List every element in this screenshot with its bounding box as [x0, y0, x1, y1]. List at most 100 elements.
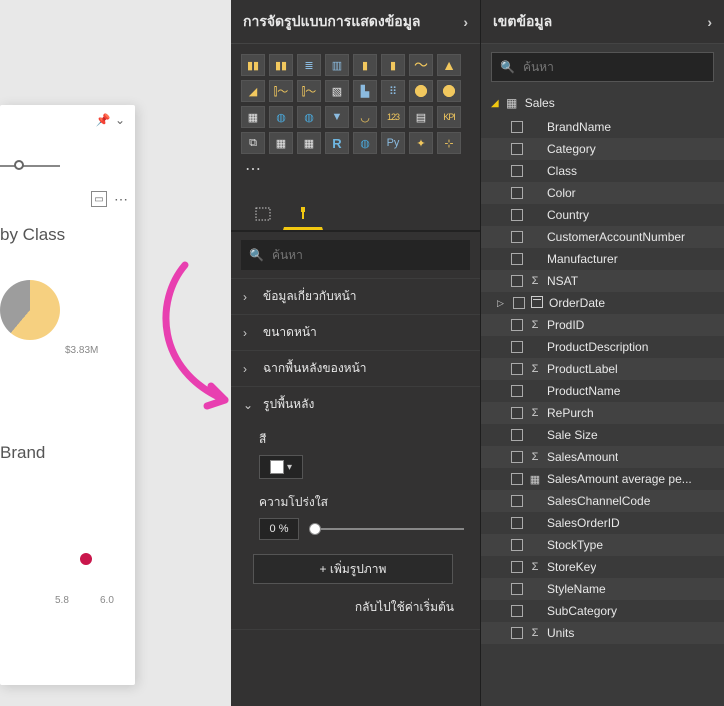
viz-table[interactable]: ▦ [269, 132, 293, 154]
field-checkbox[interactable] [511, 517, 523, 529]
field-row[interactable]: CustomerAccountNumber [481, 226, 724, 248]
field-row[interactable]: Color [481, 182, 724, 204]
chevron-right-icon[interactable]: › [707, 14, 712, 30]
field-row[interactable]: ΣRePurch [481, 402, 724, 424]
field-row[interactable]: ProductDescription [481, 336, 724, 358]
field-row[interactable]: Category [481, 138, 724, 160]
field-checkbox[interactable] [511, 539, 523, 551]
viz-map[interactable]: ◍ [269, 106, 293, 128]
field-row[interactable]: ΣProdID [481, 314, 724, 336]
field-checkbox[interactable] [511, 583, 523, 595]
field-row[interactable]: StockType [481, 534, 724, 556]
field-row[interactable]: Sale Size [481, 424, 724, 446]
viz-arcgis[interactable]: ◍ [353, 132, 377, 154]
viz-donut[interactable] [437, 80, 461, 102]
viz-r[interactable]: R [325, 132, 349, 154]
viz-clustered-bar[interactable]: ≣ [297, 54, 321, 76]
focus-mode-icon[interactable]: ▭ [91, 191, 107, 207]
visualizations-header[interactable]: การจัดรูปแบบการแสดงข้อมูล › [231, 0, 480, 44]
viz-treemap[interactable]: ▦ [241, 106, 265, 128]
viz-multi-card[interactable]: ▤ [409, 106, 433, 128]
format-tab[interactable] [283, 198, 323, 230]
viz-clustered-column[interactable]: ▥ [325, 54, 349, 76]
field-row[interactable]: SalesOrderID [481, 512, 724, 534]
viz-matrix[interactable]: ▦ [297, 132, 321, 154]
field-checkbox[interactable] [511, 121, 523, 133]
viz-funnel[interactable]: ▼ [325, 106, 349, 128]
section-page-size[interactable]: › ขนาดหน้า [231, 314, 480, 350]
viz-waterfall[interactable]: ▙ [353, 80, 377, 102]
viz-gauge[interactable]: ◡ [353, 106, 377, 128]
transparency-input[interactable]: 0 % [259, 518, 299, 540]
field-checkbox[interactable] [511, 627, 523, 639]
fields-header[interactable]: เขตข้อมูล › [481, 0, 724, 44]
field-row[interactable]: SubCategory [481, 600, 724, 622]
pin-icon[interactable]: 📌 [94, 111, 112, 129]
viz-filled-map[interactable]: ◍ [297, 106, 321, 128]
viz-stacked-column[interactable]: ▮▮ [269, 54, 293, 76]
field-checkbox[interactable] [511, 165, 523, 177]
format-search[interactable]: 🔍 [241, 240, 470, 270]
field-checkbox[interactable] [511, 275, 523, 287]
chevron-down-icon[interactable]: ⌄ [115, 113, 129, 127]
field-checkbox[interactable] [511, 451, 523, 463]
scatter-point[interactable] [80, 553, 92, 565]
field-checkbox[interactable] [511, 561, 523, 573]
field-checkbox[interactable] [511, 253, 523, 265]
report-canvas[interactable]: 📌 ⌄ ▭ ⋯ by Class $3.83M Brand 5.8 6.0 [0, 0, 231, 706]
revert-to-default-link[interactable]: กลับไปใช้ค่าเริ่มต้น [259, 598, 464, 617]
field-row[interactable]: ProductName [481, 380, 724, 402]
viz-key-influencers[interactable]: ✦ [409, 132, 433, 154]
viz-get-more[interactable]: ⋯ [241, 158, 265, 180]
field-row[interactable]: ▦SalesAmount average pe... [481, 468, 724, 490]
viz-100-column[interactable]: ▮ [381, 54, 405, 76]
field-row[interactable]: BrandName [481, 116, 724, 138]
field-row[interactable]: Country [481, 204, 724, 226]
transparency-slider[interactable] [309, 521, 464, 537]
field-row[interactable]: ▷OrderDate [481, 292, 724, 314]
table-node-sales[interactable]: ◢ ▦ Sales [481, 90, 724, 116]
fields-tab[interactable] [243, 198, 283, 230]
field-checkbox[interactable] [511, 209, 523, 221]
field-checkbox[interactable] [511, 363, 523, 375]
expand-triangle-icon[interactable]: ▷ [497, 298, 507, 309]
section-page-background[interactable]: › ฉากพื้นหลังของหน้า [231, 350, 480, 386]
chevron-right-icon[interactable]: › [463, 14, 468, 30]
field-checkbox[interactable] [511, 231, 523, 243]
color-picker-button[interactable]: ▾ [259, 455, 303, 479]
field-checkbox[interactable] [511, 341, 523, 353]
field-checkbox[interactable] [511, 385, 523, 397]
field-checkbox[interactable] [511, 495, 523, 507]
section-wallpaper[interactable]: ⌄ รูปพื้นหลัง [231, 386, 480, 422]
field-checkbox[interactable] [511, 187, 523, 199]
viz-100-bar[interactable]: ▮ [353, 54, 377, 76]
viz-pie[interactable] [409, 80, 433, 102]
viz-stacked-bar[interactable]: ▮▮ [241, 54, 265, 76]
viz-combo2[interactable]: ⫿〜 [297, 80, 321, 102]
viz-kpi[interactable]: KPI [437, 106, 461, 128]
viz-card[interactable]: 123 [381, 106, 405, 128]
slicer-handle[interactable] [14, 160, 24, 170]
field-checkbox[interactable] [513, 297, 525, 309]
viz-py[interactable]: Py [381, 132, 405, 154]
field-row[interactable]: ΣProductLabel [481, 358, 724, 380]
field-checkbox[interactable] [511, 605, 523, 617]
fields-search[interactable]: 🔍 [491, 52, 714, 82]
field-checkbox[interactable] [511, 407, 523, 419]
slider-thumb[interactable] [309, 523, 321, 535]
field-row[interactable]: Class [481, 160, 724, 182]
donut-chart-stub[interactable] [0, 280, 60, 340]
field-checkbox[interactable] [511, 473, 523, 485]
field-row[interactable]: ΣSalesAmount [481, 446, 724, 468]
viz-stacked-area[interactable]: ◢ [241, 80, 265, 102]
viz-area[interactable]: ▲ [437, 54, 461, 76]
format-search-input[interactable] [272, 248, 462, 262]
field-row[interactable]: SalesChannelCode [481, 490, 724, 512]
field-row[interactable]: ΣNSAT [481, 270, 724, 292]
field-checkbox[interactable] [511, 143, 523, 155]
field-row[interactable]: ΣStoreKey [481, 556, 724, 578]
viz-slicer[interactable]: ⧉ [241, 132, 265, 154]
more-options-icon[interactable]: ⋯ [114, 191, 129, 208]
viz-line[interactable]: 〜 [409, 54, 433, 76]
viz-scatter[interactable]: ⠿ [381, 80, 405, 102]
